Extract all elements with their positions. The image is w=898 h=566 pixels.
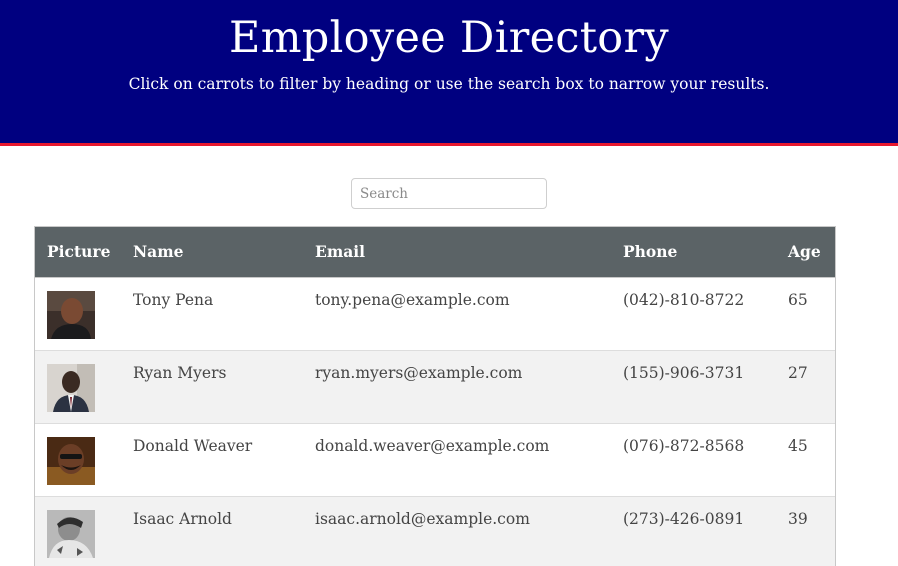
employee-age: 27	[776, 349, 835, 423]
employee-name: Isaac Arnold	[121, 495, 303, 566]
employee-name: Ryan Myers	[121, 349, 303, 423]
employee-name: Tony Pena	[121, 276, 303, 350]
employee-email: ryan.myers@example.com	[303, 349, 611, 423]
column-header-email[interactable]: Email	[303, 227, 611, 278]
employee-photo	[47, 363, 95, 412]
employee-table: Picture Name Email Phone Age Tony Pena t…	[35, 227, 835, 566]
column-header-phone[interactable]: Phone	[611, 227, 776, 278]
column-header-picture[interactable]: Picture	[35, 227, 121, 278]
page-title: Employee Directory	[229, 13, 669, 63]
table-header-row: Picture Name Email Phone Age	[35, 227, 835, 278]
employee-email: donald.weaver@example.com	[303, 422, 611, 496]
table-row: Tony Pena tony.pena@example.com (042)-81…	[35, 276, 835, 350]
employee-age: 39	[776, 495, 835, 566]
employee-age: 65	[776, 276, 835, 350]
table-row: Ryan Myers ryan.myers@example.com (155)-…	[35, 349, 835, 423]
page-header: Employee Directory Click on carrots to f…	[0, 0, 898, 146]
employee-photo	[47, 509, 95, 558]
employee-photo	[47, 436, 95, 485]
page-subtitle: Click on carrots to filter by heading or…	[128, 75, 770, 93]
employee-age: 45	[776, 422, 835, 496]
column-header-age[interactable]: Age	[776, 227, 835, 278]
search-input[interactable]	[351, 178, 547, 209]
employee-email: tony.pena@example.com	[303, 276, 611, 350]
employee-phone: (273)-426-0891	[611, 495, 776, 566]
employee-email: isaac.arnold@example.com	[303, 495, 611, 566]
employee-photo	[47, 290, 95, 339]
employee-phone: (155)-906-3731	[611, 349, 776, 423]
employee-table-container: Picture Name Email Phone Age Tony Pena t…	[34, 226, 836, 566]
employee-phone: (076)-872-8568	[611, 422, 776, 496]
picture-cell	[35, 422, 121, 496]
table-row: Donald Weaver donald.weaver@example.com …	[35, 422, 835, 496]
column-header-name[interactable]: Name	[121, 227, 303, 278]
picture-cell	[35, 495, 121, 566]
employee-name: Donald Weaver	[121, 422, 303, 496]
picture-cell	[35, 276, 121, 350]
picture-cell	[35, 349, 121, 423]
employee-phone: (042)-810-8722	[611, 276, 776, 350]
table-row: Isaac Arnold isaac.arnold@example.com (2…	[35, 495, 835, 566]
